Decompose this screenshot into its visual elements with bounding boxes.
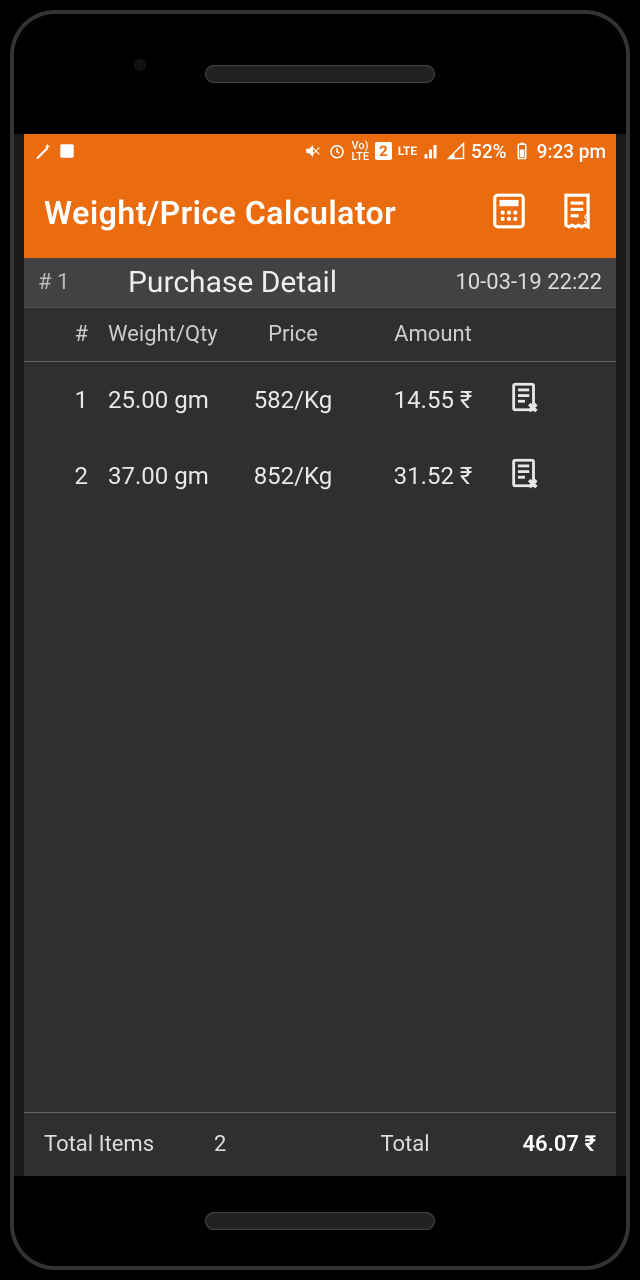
purchase-number: # 1 bbox=[38, 270, 118, 295]
purchase-date: 10-03-19 22:22 bbox=[455, 270, 602, 295]
speaker-grille bbox=[205, 65, 435, 83]
calculator-button[interactable] bbox=[490, 192, 528, 234]
app-bar: Weight/Price Calculator $ bbox=[24, 168, 616, 258]
mute-icon bbox=[304, 142, 322, 160]
col-header-idx: # bbox=[38, 322, 88, 347]
home-indicator bbox=[205, 1212, 435, 1230]
table-body[interactable]: 1 25.00 gm 582/Kg 14.55 ₹ 2 37.00 gm 852… bbox=[24, 362, 616, 1112]
signal2-icon bbox=[447, 142, 465, 160]
receipt-button[interactable]: $ bbox=[558, 192, 596, 234]
phone-frame: Vo)LTE 2 LTE 52% 9:23 pm Weight/Price Ca… bbox=[0, 0, 640, 1280]
app-title: Weight/Price Calculator bbox=[44, 194, 396, 232]
status-bar: Vo)LTE 2 LTE 52% 9:23 pm bbox=[24, 134, 616, 168]
table-header: # Weight/Qty Price Amount bbox=[24, 308, 616, 362]
total-value: 46.07 ₹ bbox=[476, 1132, 596, 1157]
alarm-icon bbox=[328, 142, 346, 160]
calculator-icon bbox=[490, 192, 528, 230]
bottom-bezel bbox=[14, 1176, 626, 1266]
total-items-count: 2 bbox=[214, 1132, 334, 1157]
signal-icon bbox=[423, 142, 441, 160]
delete-receipt-icon bbox=[508, 380, 542, 414]
top-bezel bbox=[14, 14, 626, 134]
purchase-subheader: # 1 Purchase Detail 10-03-19 22:22 bbox=[24, 258, 616, 308]
col-header-amount: Amount bbox=[358, 322, 508, 347]
clock-time: 9:23 pm bbox=[537, 140, 606, 163]
table-row: 2 37.00 gm 852/Kg 31.52 ₹ bbox=[24, 438, 616, 514]
delete-row-button[interactable] bbox=[508, 456, 568, 496]
status-right: Vo)LTE 2 LTE 52% 9:23 pm bbox=[304, 140, 606, 163]
sim-indicator: 2 bbox=[375, 142, 392, 160]
total-items-label: Total Items bbox=[44, 1132, 214, 1157]
row-idx: 2 bbox=[38, 462, 88, 490]
volte-indicator: Vo)LTE bbox=[352, 140, 370, 162]
table-row: 1 25.00 gm 582/Kg 14.55 ₹ bbox=[24, 362, 616, 438]
row-idx: 1 bbox=[38, 386, 88, 414]
summary-footer: Total Items 2 Total 46.07 ₹ bbox=[24, 1112, 616, 1176]
row-weight: 37.00 gm bbox=[88, 462, 228, 490]
camera-dot bbox=[134, 59, 146, 71]
row-price: 582/Kg bbox=[228, 386, 358, 414]
wand-icon bbox=[34, 142, 52, 160]
svg-text:$: $ bbox=[583, 213, 590, 228]
row-amount: 14.55 ₹ bbox=[358, 386, 508, 414]
row-price: 852/Kg bbox=[228, 462, 358, 490]
battery-icon bbox=[513, 142, 531, 160]
total-label: Total bbox=[334, 1132, 476, 1157]
receipt-icon: $ bbox=[558, 192, 596, 230]
screen: Vo)LTE 2 LTE 52% 9:23 pm Weight/Price Ca… bbox=[24, 134, 616, 1176]
col-header-weight: Weight/Qty bbox=[88, 322, 228, 347]
battery-percent: 52% bbox=[471, 140, 507, 163]
status-left bbox=[34, 142, 76, 160]
purchase-title: Purchase Detail bbox=[118, 265, 455, 300]
network-indicator: LTE bbox=[398, 144, 417, 158]
wifi-icon bbox=[58, 142, 76, 160]
phone-inner: Vo)LTE 2 LTE 52% 9:23 pm Weight/Price Ca… bbox=[10, 10, 630, 1270]
app-bar-actions: $ bbox=[490, 192, 596, 234]
col-header-price: Price bbox=[228, 322, 358, 347]
row-weight: 25.00 gm bbox=[88, 386, 228, 414]
row-amount: 31.52 ₹ bbox=[358, 462, 508, 490]
delete-receipt-icon bbox=[508, 456, 542, 490]
delete-row-button[interactable] bbox=[508, 380, 568, 420]
